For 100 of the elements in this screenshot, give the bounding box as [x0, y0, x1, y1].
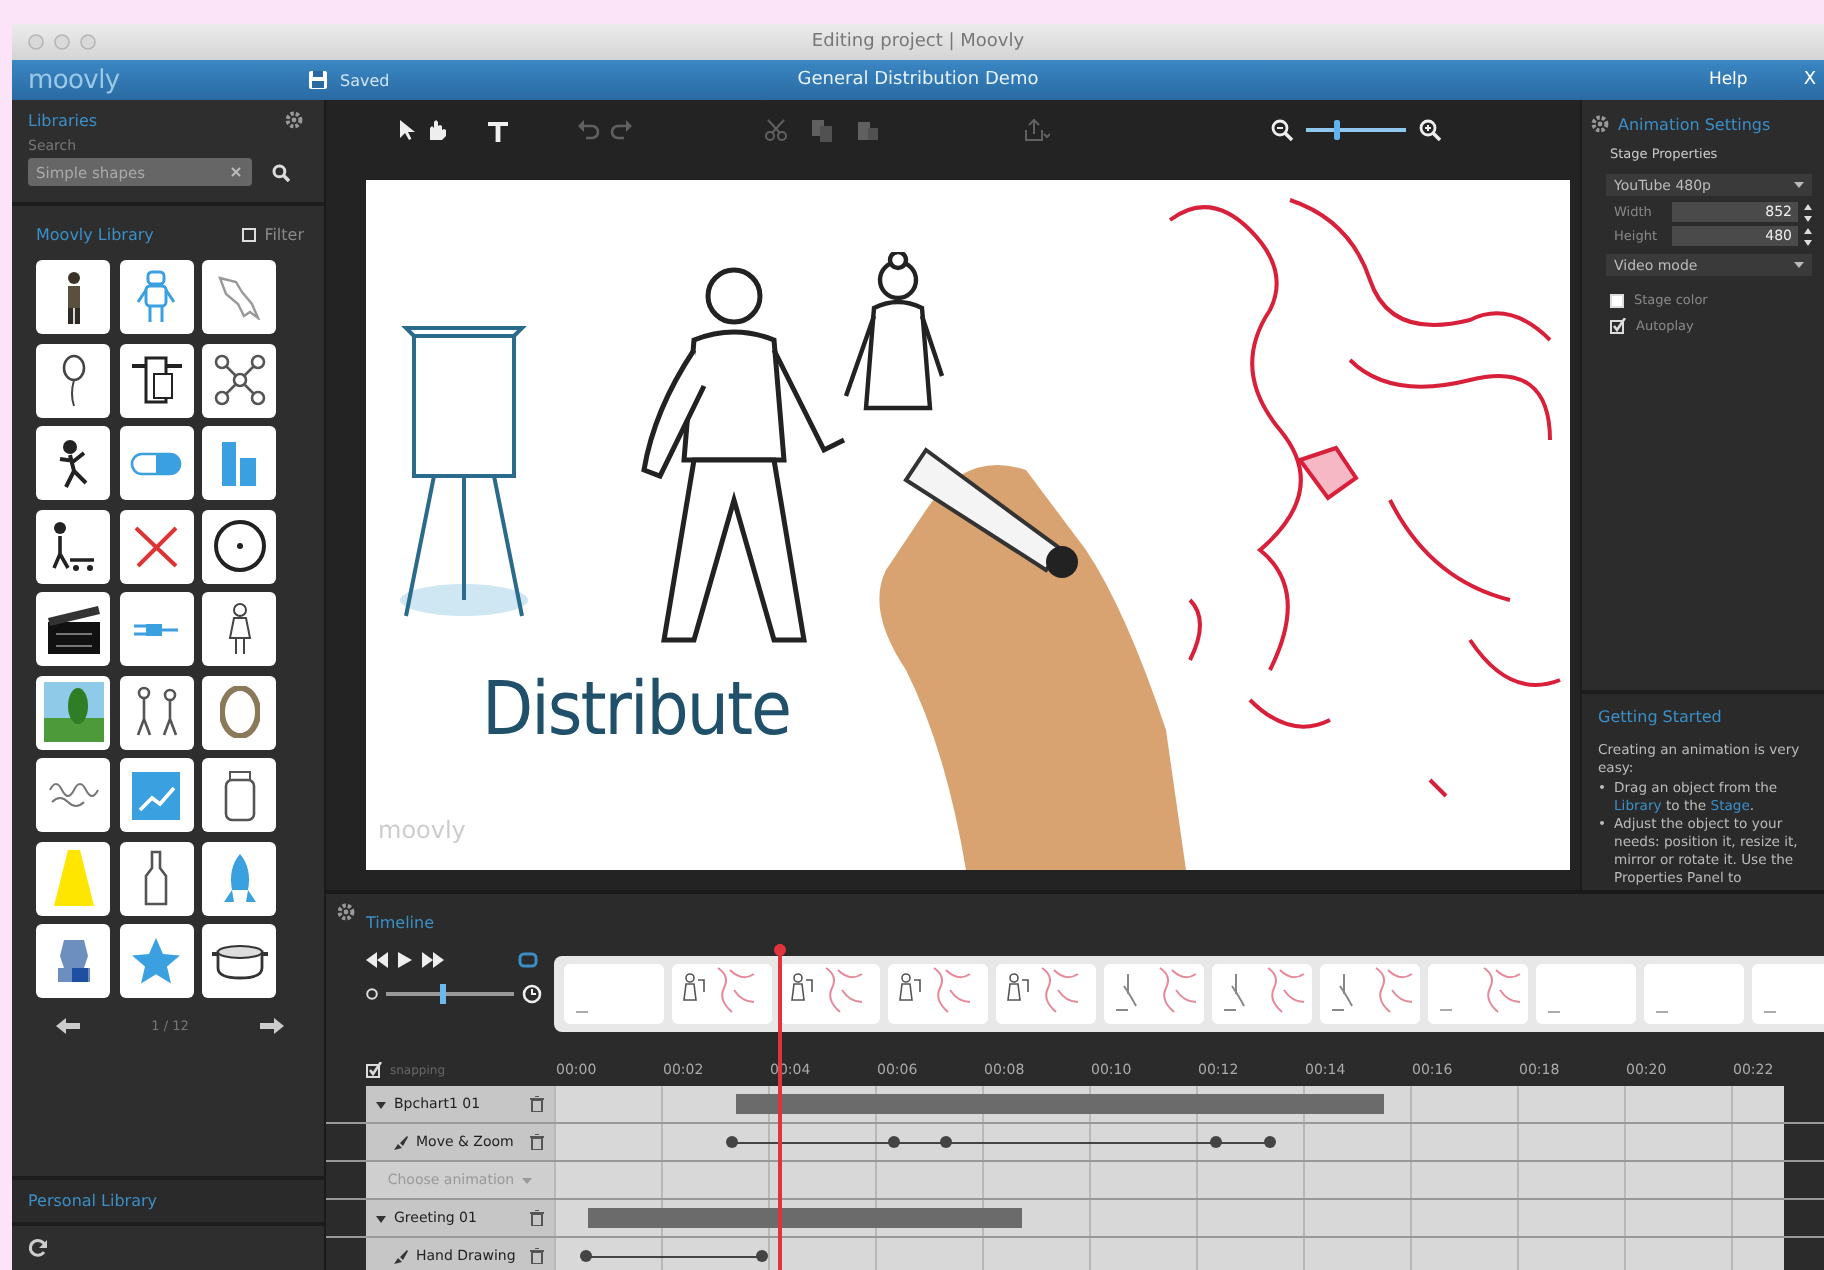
frame-thumbnail[interactable]	[780, 964, 880, 1024]
library-item[interactable]	[119, 509, 193, 583]
help-button[interactable]: Help	[1708, 70, 1748, 90]
people-map-drawing	[790, 966, 864, 1014]
loop-icon[interactable]	[518, 952, 538, 968]
fast-forward-icon[interactable]	[422, 952, 444, 968]
frame-thumbnail[interactable]	[996, 964, 1096, 1024]
cross-icon	[134, 525, 178, 567]
library-item[interactable]	[202, 343, 276, 417]
filter-checkbox[interactable]	[242, 228, 257, 242]
frame-thumbnail[interactable]	[888, 964, 988, 1024]
settings-icon[interactable]	[1590, 114, 1610, 134]
libraries-title: Libraries	[28, 111, 98, 129]
people-map-drawing	[1006, 966, 1080, 1014]
library-item[interactable]	[36, 426, 110, 500]
spotlight-icon	[51, 848, 95, 908]
app-logo: moovly	[28, 65, 122, 95]
chart-icon	[130, 769, 182, 821]
next-icon[interactable]	[259, 1018, 284, 1034]
ring-icon	[219, 686, 259, 738]
dash-icon	[1762, 1010, 1778, 1014]
clock-icon	[522, 984, 542, 1004]
keyframe-dot[interactable]	[726, 1136, 738, 1148]
caret-icon	[1794, 262, 1804, 268]
wheel-icon	[213, 520, 265, 572]
child-cart-icon	[51, 519, 95, 573]
clip-bar[interactable]	[736, 1094, 1384, 1114]
map-icon	[218, 275, 260, 319]
frame-thumbnail[interactable]	[1104, 964, 1204, 1024]
library-item[interactable]	[36, 592, 110, 666]
frame-thumbnail[interactable]	[672, 964, 772, 1024]
option-checkbox[interactable]	[1610, 318, 1626, 334]
pointer-icon[interactable]	[394, 118, 420, 144]
save-icon[interactable]	[308, 70, 328, 90]
settings-icon[interactable]	[336, 902, 356, 922]
keyframe-dot[interactable]	[1210, 1136, 1222, 1148]
getting-started-title: Getting Started	[1598, 708, 1724, 726]
spinner-icon[interactable]	[1804, 227, 1812, 245]
keyframe-dot[interactable]	[888, 1136, 900, 1148]
keyframe-dot[interactable]	[756, 1250, 768, 1262]
pill-icon	[130, 451, 182, 475]
hand-map-drawing	[1330, 966, 1414, 1014]
settings-icon[interactable]	[284, 110, 304, 130]
pot-icon	[209, 943, 269, 979]
close-button[interactable]: X	[1803, 70, 1824, 90]
animation-settings-title: Animation Settings	[1618, 115, 1771, 133]
people-map-drawing	[898, 966, 972, 1014]
library-item[interactable]	[202, 592, 276, 666]
rewind-icon[interactable]	[366, 952, 388, 968]
frame-thumbnail[interactable]	[1320, 964, 1420, 1024]
search-icon[interactable]	[272, 163, 290, 181]
library-item[interactable]	[36, 509, 110, 583]
library-item[interactable]	[202, 758, 276, 832]
zoom-in-icon[interactable]	[1418, 118, 1442, 142]
hand-map-drawing	[1114, 966, 1198, 1014]
frame-thumbnail[interactable]	[1536, 964, 1636, 1024]
trash-icon[interactable]	[530, 1134, 544, 1150]
brush-icon	[394, 1249, 408, 1263]
expand-toggle-icon[interactable]	[376, 1213, 386, 1223]
frame-thumbnail[interactable]	[1752, 964, 1824, 1024]
refresh-icon[interactable]	[28, 1238, 48, 1258]
walkers-icon	[135, 686, 177, 738]
library-item[interactable]	[119, 343, 193, 417]
keyframe-dot[interactable]	[940, 1136, 952, 1148]
frame-thumbnail[interactable]	[1644, 964, 1744, 1024]
caret-icon	[1794, 182, 1804, 188]
library-item[interactable]	[119, 841, 193, 915]
library-item[interactable]	[202, 924, 276, 998]
keyframe-dot[interactable]	[1264, 1136, 1276, 1148]
library-item[interactable]	[202, 509, 276, 583]
trash-icon[interactable]	[530, 1096, 544, 1112]
trash-icon[interactable]	[530, 1210, 544, 1226]
library-item[interactable]	[119, 675, 193, 749]
scribble-icon	[47, 782, 99, 808]
trash-icon[interactable]	[530, 1248, 544, 1264]
library-item[interactable]	[36, 343, 110, 417]
previous-icon[interactable]	[56, 1018, 80, 1034]
option-checkbox[interactable]	[1610, 293, 1624, 307]
expand-toggle-icon[interactable]	[376, 1099, 386, 1109]
clip-bar[interactable]	[588, 1208, 1022, 1228]
text-tool-icon[interactable]	[486, 118, 512, 144]
clear-icon[interactable]	[230, 166, 242, 178]
hand-icon[interactable]	[424, 118, 450, 144]
plug-icon	[132, 621, 180, 637]
library-item[interactable]	[36, 260, 110, 334]
runner-icon	[58, 437, 88, 489]
frame-thumbnail[interactable]	[1428, 964, 1528, 1024]
play-icon[interactable]	[398, 952, 412, 968]
frame-thumbnail[interactable]	[564, 964, 664, 1024]
spinner-icon[interactable]	[1804, 203, 1812, 221]
snapping-checkbox[interactable]	[366, 1062, 382, 1078]
library-item[interactable]	[36, 924, 110, 998]
statue-icon	[55, 938, 91, 984]
filter-label: Filter	[264, 226, 304, 244]
frame-thumbnail[interactable]	[1212, 964, 1312, 1024]
keyframe-dot[interactable]	[580, 1250, 592, 1262]
zoom-out-icon[interactable]	[1270, 118, 1294, 142]
stage-caption: Distribute	[482, 666, 790, 752]
speed-slider-thumb[interactable]	[440, 984, 447, 1004]
zoom-slider-thumb[interactable]	[1333, 120, 1339, 140]
